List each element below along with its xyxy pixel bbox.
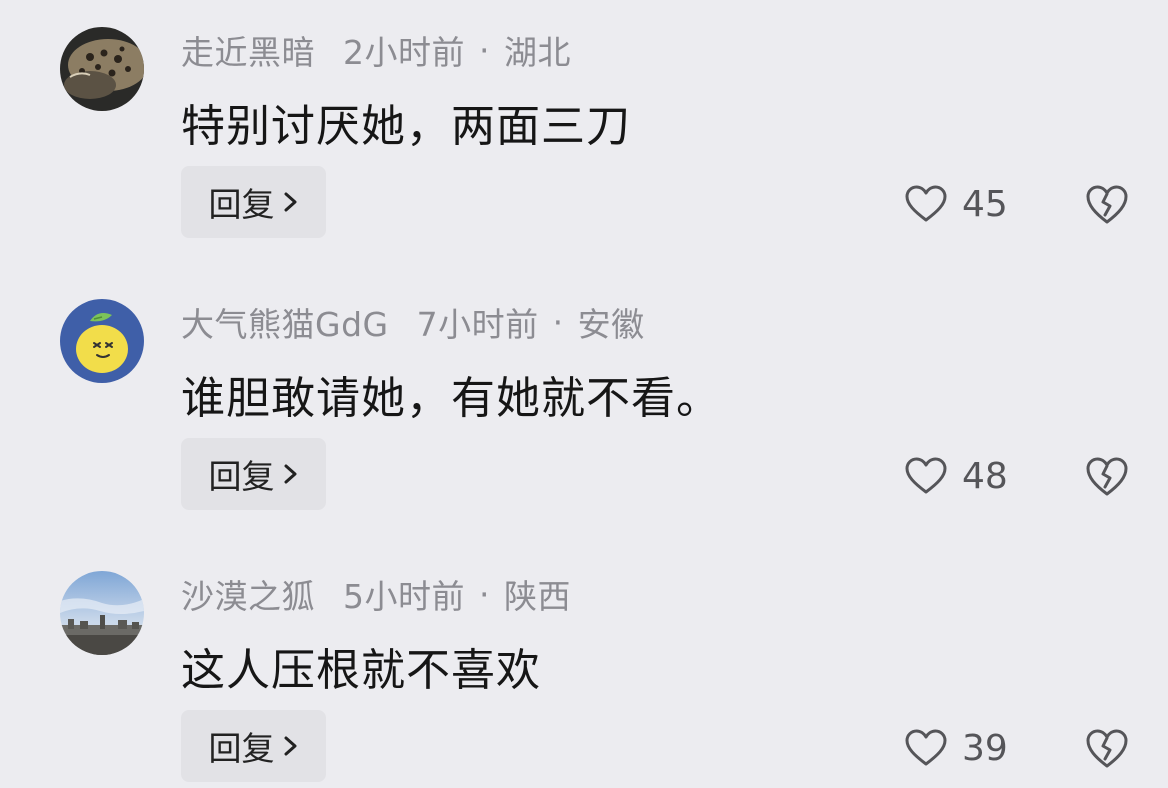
location: 陕西 bbox=[504, 577, 571, 616]
heart-outline-icon bbox=[905, 457, 947, 494]
city-avatar-image bbox=[60, 571, 144, 655]
location: 安徽 bbox=[577, 305, 645, 344]
reply-label: 回复 bbox=[208, 457, 275, 496]
heart-outline-icon bbox=[905, 185, 947, 222]
separator-dot: · bbox=[479, 574, 490, 614]
like-count: 48 bbox=[962, 455, 1008, 497]
location: 湖北 bbox=[504, 33, 571, 72]
chevron-right-icon bbox=[284, 464, 296, 484]
reply-label: 回复 bbox=[208, 185, 275, 224]
dislike-button[interactable] bbox=[1084, 182, 1130, 226]
reply-button[interactable]: 回复 bbox=[181, 710, 326, 782]
comment-text: 这人压根就不喜欢 bbox=[181, 645, 541, 696]
comment-meta: 走近黑暗 2小时前 · 湖北 bbox=[181, 26, 571, 74]
like-count: 45 bbox=[962, 183, 1008, 225]
avatar[interactable] bbox=[60, 571, 144, 655]
like-button[interactable]: 39 bbox=[904, 724, 1008, 772]
comment-item: 大气熊猫GdG 7小时前 · 安徽 谁胆敢请她，有她就不看。 回复 48 bbox=[0, 272, 1168, 542]
comment-item: 走近黑暗 2小时前 · 湖北 特别讨厌她，两面三刀 回复 45 bbox=[0, 0, 1168, 270]
like-button[interactable]: 48 bbox=[904, 452, 1008, 500]
chevron-right-icon bbox=[284, 192, 296, 212]
chevron-right-icon bbox=[284, 736, 296, 756]
separator-dot: · bbox=[479, 30, 490, 70]
timestamp: 2小时前 bbox=[343, 33, 465, 72]
avatar[interactable] bbox=[60, 27, 144, 111]
comment-text: 特别讨厌她，两面三刀 bbox=[181, 101, 631, 152]
reply-button[interactable]: 回复 bbox=[181, 166, 326, 238]
comment-text: 谁胆敢请她，有她就不看。 bbox=[181, 373, 721, 424]
username[interactable]: 沙漠之狐 bbox=[181, 570, 315, 618]
lemon-avatar-image bbox=[60, 299, 144, 383]
heart-outline-icon bbox=[905, 729, 947, 766]
reply-label: 回复 bbox=[208, 729, 275, 768]
broken-heart-icon bbox=[1086, 729, 1128, 768]
comment-meta: 大气熊猫GdG 7小时前 · 安徽 bbox=[181, 298, 645, 346]
reply-button[interactable]: 回复 bbox=[181, 438, 326, 510]
timestamp: 7小时前 bbox=[416, 305, 539, 344]
separator-dot: · bbox=[552, 302, 564, 342]
like-count: 39 bbox=[962, 727, 1008, 769]
dislike-button[interactable] bbox=[1084, 726, 1130, 770]
comment-item: 沙漠之狐 5小时前 · 陕西 这人压根就不喜欢 回复 39 bbox=[0, 544, 1168, 788]
leopard-avatar-image bbox=[60, 27, 144, 111]
broken-heart-icon bbox=[1086, 457, 1128, 496]
username[interactable]: 走近黑暗 bbox=[181, 26, 315, 74]
broken-heart-icon bbox=[1086, 185, 1128, 224]
username[interactable]: 大气熊猫GdG bbox=[181, 298, 389, 346]
dislike-button[interactable] bbox=[1084, 454, 1130, 498]
comment-meta: 沙漠之狐 5小时前 · 陕西 bbox=[181, 570, 571, 618]
comment-list: 走近黑暗 2小时前 · 湖北 特别讨厌她，两面三刀 回复 45 大气熊猫GdG … bbox=[0, 0, 1168, 788]
avatar[interactable] bbox=[60, 299, 144, 383]
like-button[interactable]: 45 bbox=[904, 180, 1008, 228]
timestamp: 5小时前 bbox=[343, 577, 465, 616]
